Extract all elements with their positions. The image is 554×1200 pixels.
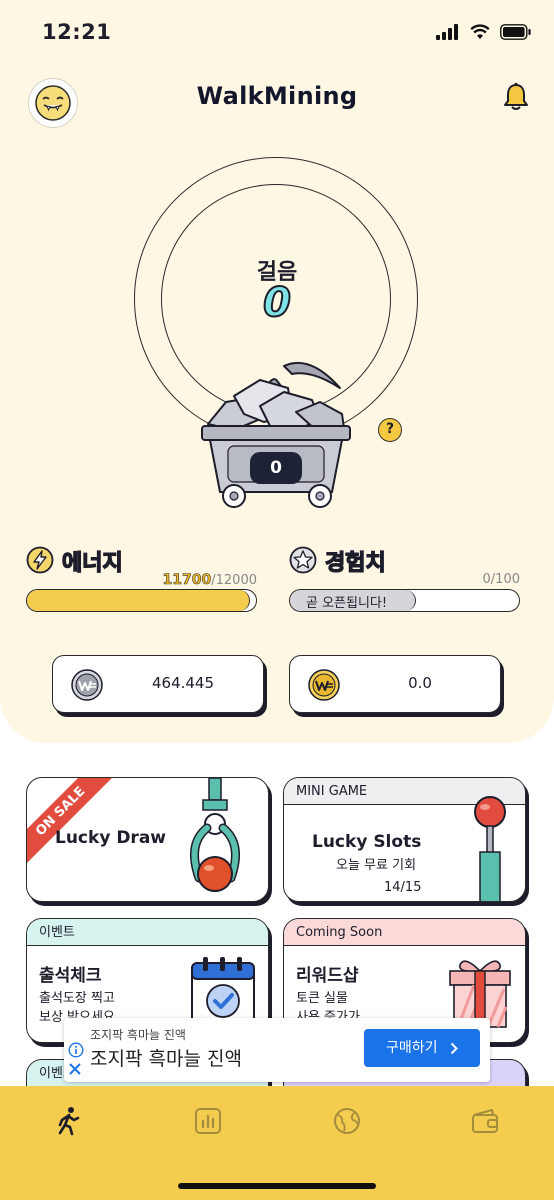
wifi-icon: [470, 24, 490, 39]
home-indicator: [178, 1183, 376, 1189]
experience-label: 경험치: [324, 550, 386, 576]
experience-bar-text: 곧 오픈됩니다!: [306, 596, 388, 611]
wallet-gold-amount: 0.0: [408, 674, 432, 692]
lightning-icon: [26, 546, 54, 574]
attendance-header: 이벤트: [27, 919, 268, 946]
energy-max: /12000: [211, 573, 257, 588]
mine-cart-icon[interactable]: [200, 356, 352, 512]
battery-icon: [500, 24, 531, 40]
close-icon[interactable]: [68, 1062, 82, 1076]
wallet-icon[interactable]: [470, 1106, 500, 1136]
reward-shop-title: 리워드샵: [296, 966, 359, 986]
experience-value: 0/100: [482, 572, 520, 587]
attendance-line1: 출석도장 찍고: [39, 991, 115, 1006]
steps-value: 0: [262, 279, 292, 327]
energy-value: 11700/12000: [120, 572, 257, 589]
wallet-gold[interactable]: 0.0: [289, 655, 501, 713]
energy-label: 에너지: [61, 550, 123, 576]
notification-button[interactable]: [502, 82, 530, 116]
energy-bar-fill: [27, 590, 251, 611]
wallet-silver[interactable]: 464.445: [52, 655, 264, 713]
energy-current: 11700: [162, 572, 212, 589]
lucky-slots-count: 14/15: [384, 880, 422, 895]
experience-bar: 곧 오픈됩니다!: [289, 589, 520, 612]
help-button[interactable]: ?: [378, 418, 402, 442]
wallet-silver-amount: 464.445: [151, 674, 215, 692]
star-badge-icon: [289, 546, 317, 574]
lucky-draw-title: Lucky Draw: [55, 828, 166, 848]
ad-small-text: 조지팍 흑마늘 진액: [90, 1028, 186, 1042]
info-icon[interactable]: [68, 1042, 84, 1058]
status-bar: 12:21: [0, 0, 554, 66]
slot-lever-icon: [474, 796, 506, 901]
attendance-title: 출석체크: [39, 966, 102, 986]
energy-bar: [26, 589, 257, 612]
cart-count: 0: [250, 452, 302, 484]
lucky-slots-title: Lucky Slots: [312, 832, 422, 852]
signal-icon: [436, 24, 458, 40]
claw-machine-icon: [190, 778, 240, 892]
silver-coin-icon: [71, 669, 103, 701]
bell-icon: [504, 82, 528, 110]
stats-icon[interactable]: [193, 1106, 223, 1136]
lucky-slots-card[interactable]: MINI GAME Lucky Slots 오늘 무료 기회 14/15: [283, 777, 526, 902]
ad-headline: 조지팍 흑마늘 진액: [90, 1048, 242, 1070]
ad-banner[interactable]: 조지팍 흑마늘 진액 조지팍 흑마늘 진액 구매하기: [64, 1018, 490, 1082]
walk-icon[interactable]: [54, 1106, 84, 1136]
ad-buy-label: 구매하기: [386, 1040, 438, 1056]
gold-coin-icon: [308, 669, 340, 701]
reward-shop-line1: 토큰 실물: [296, 991, 348, 1006]
lucky-slots-subtitle: 오늘 무료 기회: [336, 858, 417, 873]
lucky-draw-card[interactable]: ON SALE Lucky Draw: [26, 777, 269, 902]
hero-panel: WalkMining 걸음 0 0 ? 에너지 11700/12000 경험치 …: [0, 66, 554, 743]
ad-buy-button[interactable]: 구매하기: [364, 1029, 480, 1067]
globe-icon[interactable]: [332, 1106, 362, 1136]
app-title: WalkMining: [196, 82, 358, 110]
chevron-right-icon: [450, 1042, 458, 1055]
on-sale-ribbon: ON SALE: [27, 778, 112, 863]
status-time: 12:21: [42, 20, 112, 44]
status-icons: [436, 24, 532, 40]
reward-shop-header: Coming Soon: [284, 919, 525, 946]
